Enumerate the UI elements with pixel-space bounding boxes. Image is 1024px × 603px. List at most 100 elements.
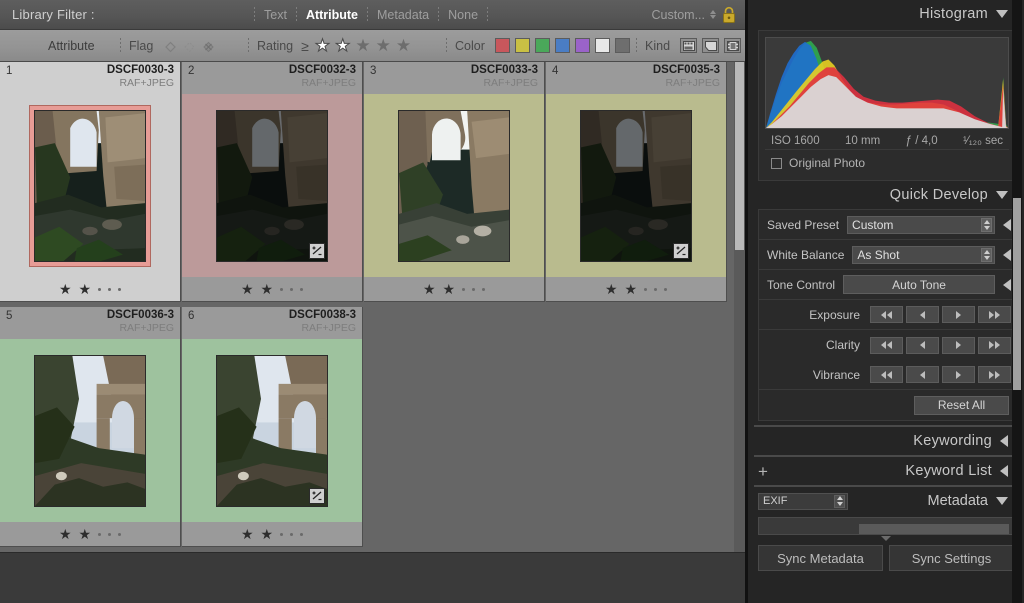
grid-cell-rating[interactable]: ★★ bbox=[546, 277, 726, 301]
thumbnail-wrapper[interactable] bbox=[398, 110, 510, 262]
cell-star-3[interactable] bbox=[98, 533, 101, 536]
flag-reject-icon[interactable] bbox=[201, 39, 214, 52]
virtual-copy-icon[interactable] bbox=[702, 38, 719, 53]
master-photo-icon[interactable] bbox=[680, 38, 697, 53]
sync-metadata-button[interactable]: Sync Metadata bbox=[758, 545, 883, 571]
chevron-down-icon[interactable] bbox=[996, 10, 1008, 18]
cell-star-2[interactable]: ★ bbox=[261, 282, 274, 296]
thumbnail-grid[interactable]: 1DSCF0030-3RAF+JPEG★★2DSCF0032-3RAF+JPEG… bbox=[0, 62, 728, 552]
clarity-decrease-large-button[interactable] bbox=[870, 337, 903, 354]
grid-cell-rating[interactable]: ★★ bbox=[0, 277, 180, 301]
histogram-panel-header[interactable]: Histogram bbox=[748, 0, 1024, 28]
cell-star-4[interactable] bbox=[654, 288, 657, 291]
original-photo-row[interactable]: Original Photo bbox=[765, 149, 1009, 174]
chevron-down-icon[interactable] bbox=[996, 191, 1008, 199]
color-swatch-6[interactable] bbox=[595, 38, 610, 53]
cell-star-1[interactable]: ★ bbox=[59, 282, 72, 296]
clarity-increase-large-button[interactable] bbox=[978, 337, 1011, 354]
grid-cell-rating[interactable]: ★★ bbox=[364, 277, 544, 301]
color-swatch-3[interactable] bbox=[535, 38, 550, 53]
cell-star-2[interactable]: ★ bbox=[79, 527, 92, 541]
cell-star-5[interactable] bbox=[118, 288, 121, 291]
thumbnail-image[interactable] bbox=[398, 110, 510, 262]
quick-develop-panel-header[interactable]: Quick Develop bbox=[748, 181, 1024, 209]
filter-tab-none[interactable]: None bbox=[448, 8, 478, 22]
sync-settings-button[interactable]: Sync Settings bbox=[889, 545, 1014, 571]
flag-pick-icon[interactable] bbox=[163, 39, 176, 52]
grid-cell-body[interactable] bbox=[546, 94, 726, 277]
chevron-left-icon[interactable] bbox=[1000, 435, 1008, 447]
rating-star-1[interactable]: ★ bbox=[315, 37, 330, 54]
thumbnail-image[interactable] bbox=[216, 355, 328, 507]
develop-adjusted-badge-icon[interactable] bbox=[673, 243, 689, 259]
cell-star-2[interactable]: ★ bbox=[443, 282, 456, 296]
grid-cell-body[interactable] bbox=[0, 339, 180, 522]
cell-star-1[interactable]: ★ bbox=[423, 282, 436, 296]
cell-star-2[interactable]: ★ bbox=[625, 282, 638, 296]
grid-scrollbar[interactable] bbox=[734, 62, 745, 552]
chevron-updown-icon[interactable] bbox=[710, 10, 716, 19]
thumbnail-wrapper[interactable] bbox=[216, 110, 328, 262]
cell-star-5[interactable] bbox=[664, 288, 667, 291]
chevron-left-icon[interactable] bbox=[1003, 249, 1011, 261]
grid-cell-rating[interactable]: ★★ bbox=[182, 277, 362, 301]
thumbnail-wrapper[interactable] bbox=[34, 355, 146, 507]
grid-cell-4[interactable]: 4DSCF0035-3RAF+JPEG★★ bbox=[546, 62, 727, 302]
cell-star-3[interactable] bbox=[98, 288, 101, 291]
grid-cell-1[interactable]: 1DSCF0030-3RAF+JPEG★★ bbox=[0, 62, 181, 302]
right-panel-scrollbar-thumb[interactable] bbox=[1013, 198, 1021, 390]
cell-star-2[interactable]: ★ bbox=[261, 527, 274, 541]
right-panel-scrollbar[interactable] bbox=[1012, 0, 1022, 603]
exposure-increase-large-button[interactable] bbox=[978, 306, 1011, 323]
cell-star-1[interactable]: ★ bbox=[241, 282, 254, 296]
exposure-increase-button[interactable] bbox=[942, 306, 975, 323]
cell-star-3[interactable] bbox=[462, 288, 465, 291]
grid-cell-5[interactable]: 5DSCF0036-3RAF+JPEG★★ bbox=[0, 307, 181, 547]
color-swatch-1[interactable] bbox=[495, 38, 510, 53]
chevron-updown-icon[interactable] bbox=[834, 495, 845, 508]
filter-preset-value[interactable]: Custom... bbox=[652, 8, 706, 22]
chevron-updown-icon[interactable] bbox=[981, 218, 992, 232]
thumbnail-image[interactable] bbox=[34, 355, 146, 507]
saved-preset-select[interactable]: Custom bbox=[847, 216, 995, 234]
histogram-plot[interactable] bbox=[765, 37, 1009, 129]
cell-star-4[interactable] bbox=[472, 288, 475, 291]
thumbnail-image[interactable] bbox=[216, 110, 328, 262]
filter-tab-metadata[interactable]: Metadata bbox=[377, 8, 429, 22]
add-keyword-icon[interactable]: + bbox=[758, 463, 768, 480]
cell-star-4[interactable] bbox=[290, 533, 293, 536]
keywording-panel-header[interactable]: Keywording bbox=[748, 427, 1024, 455]
grid-cell-body[interactable] bbox=[364, 94, 544, 277]
rating-stars[interactable]: ★ ★ ★ ★ ★ bbox=[315, 37, 411, 54]
cell-star-3[interactable] bbox=[644, 288, 647, 291]
color-swatch-5[interactable] bbox=[575, 38, 590, 53]
vibrance-decrease-large-button[interactable] bbox=[870, 366, 903, 383]
rating-operator[interactable]: ≥ bbox=[301, 38, 309, 54]
filter-tab-attribute[interactable]: Attribute bbox=[306, 8, 358, 22]
metadata-panel-header[interactable]: EXIF Metadata bbox=[748, 487, 1024, 515]
cell-star-1[interactable]: ★ bbox=[605, 282, 618, 296]
cell-star-3[interactable] bbox=[280, 533, 283, 536]
keyword-list-panel-header[interactable]: + Keyword List bbox=[748, 457, 1024, 485]
chevron-left-icon[interactable] bbox=[1000, 465, 1008, 477]
cell-star-5[interactable] bbox=[482, 288, 485, 291]
vibrance-decrease-button[interactable] bbox=[906, 366, 939, 383]
cell-star-4[interactable] bbox=[108, 533, 111, 536]
grid-cell-body[interactable] bbox=[0, 94, 180, 277]
thumbnail-image[interactable] bbox=[580, 110, 692, 262]
white-balance-select[interactable]: As Shot bbox=[852, 246, 995, 264]
video-icon[interactable] bbox=[724, 38, 741, 53]
original-photo-checkbox[interactable] bbox=[771, 158, 782, 169]
thumbnail-image[interactable] bbox=[34, 110, 146, 262]
develop-adjusted-badge-icon[interactable] bbox=[309, 243, 325, 259]
color-swatch-2[interactable] bbox=[515, 38, 530, 53]
cell-star-4[interactable] bbox=[108, 288, 111, 291]
thumbnail-wrapper[interactable] bbox=[580, 110, 692, 262]
cell-star-5[interactable] bbox=[118, 533, 121, 536]
chevron-updown-icon[interactable] bbox=[981, 248, 992, 262]
rating-star-2[interactable]: ★ bbox=[335, 37, 350, 54]
metadata-field-value[interactable] bbox=[859, 524, 1009, 534]
cell-star-4[interactable] bbox=[290, 288, 293, 291]
metadata-field-row[interactable] bbox=[758, 517, 1014, 535]
grid-cell-body[interactable] bbox=[182, 94, 362, 277]
